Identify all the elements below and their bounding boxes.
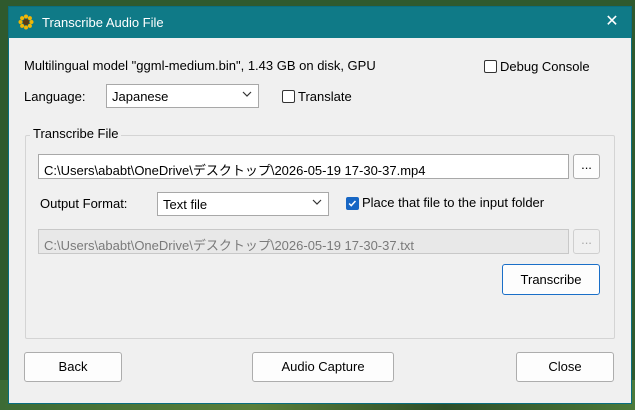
debug-console-checkbox[interactable] <box>484 60 497 73</box>
chevron-down-icon <box>242 91 252 97</box>
output-format-dropdown[interactable]: Text file <box>157 192 329 216</box>
sunflower-icon <box>18 14 34 30</box>
input-file-path-field[interactable]: C:\Users\ababt\OneDrive\デスクトップ\2026-05-1… <box>38 154 569 179</box>
output-file-path-value: C:\Users\ababt\OneDrive\デスクトップ\2026-05-1… <box>44 238 414 253</box>
browse-output-button[interactable]: ... <box>573 229 600 254</box>
checkmark-icon <box>348 200 357 207</box>
audio-capture-button[interactable]: Audio Capture <box>252 352 394 382</box>
translate-label[interactable]: Translate <box>298 89 352 104</box>
title-bar[interactable]: Transcribe Audio File ✕ <box>9 7 631 38</box>
close-icon[interactable]: ✕ <box>601 11 623 33</box>
language-dropdown[interactable]: Japanese <box>106 84 259 108</box>
close-button[interactable]: Close <box>516 352 614 382</box>
place-in-input-folder-checkbox[interactable] <box>346 197 359 210</box>
output-format-label: Output Format: <box>40 196 128 211</box>
transcribe-button[interactable]: Transcribe <box>502 264 600 295</box>
transcribe-dialog: Transcribe Audio File ✕ Multilingual mod… <box>8 6 632 404</box>
group-title: Transcribe File <box>30 126 122 141</box>
input-file-path-value: C:\Users\ababt\OneDrive\デスクトップ\2026-05-1… <box>44 163 426 178</box>
language-selected-value: Japanese <box>112 89 169 104</box>
window-title: Transcribe Audio File <box>42 15 164 30</box>
output-format-selected-value: Text file <box>163 197 208 212</box>
language-label: Language: <box>24 89 86 104</box>
model-info-text: Multilingual model "ggml-medium.bin", 1.… <box>24 58 376 73</box>
back-button[interactable]: Back <box>24 352 122 382</box>
place-in-input-folder-label[interactable]: Place that file to the input folder <box>362 195 544 210</box>
debug-console-label[interactable]: Debug Console <box>500 59 590 74</box>
browse-input-button[interactable]: ... <box>573 154 600 179</box>
output-file-path-field[interactable]: C:\Users\ababt\OneDrive\デスクトップ\2026-05-1… <box>38 229 569 254</box>
chevron-down-icon <box>312 199 322 205</box>
translate-checkbox[interactable] <box>282 90 295 103</box>
